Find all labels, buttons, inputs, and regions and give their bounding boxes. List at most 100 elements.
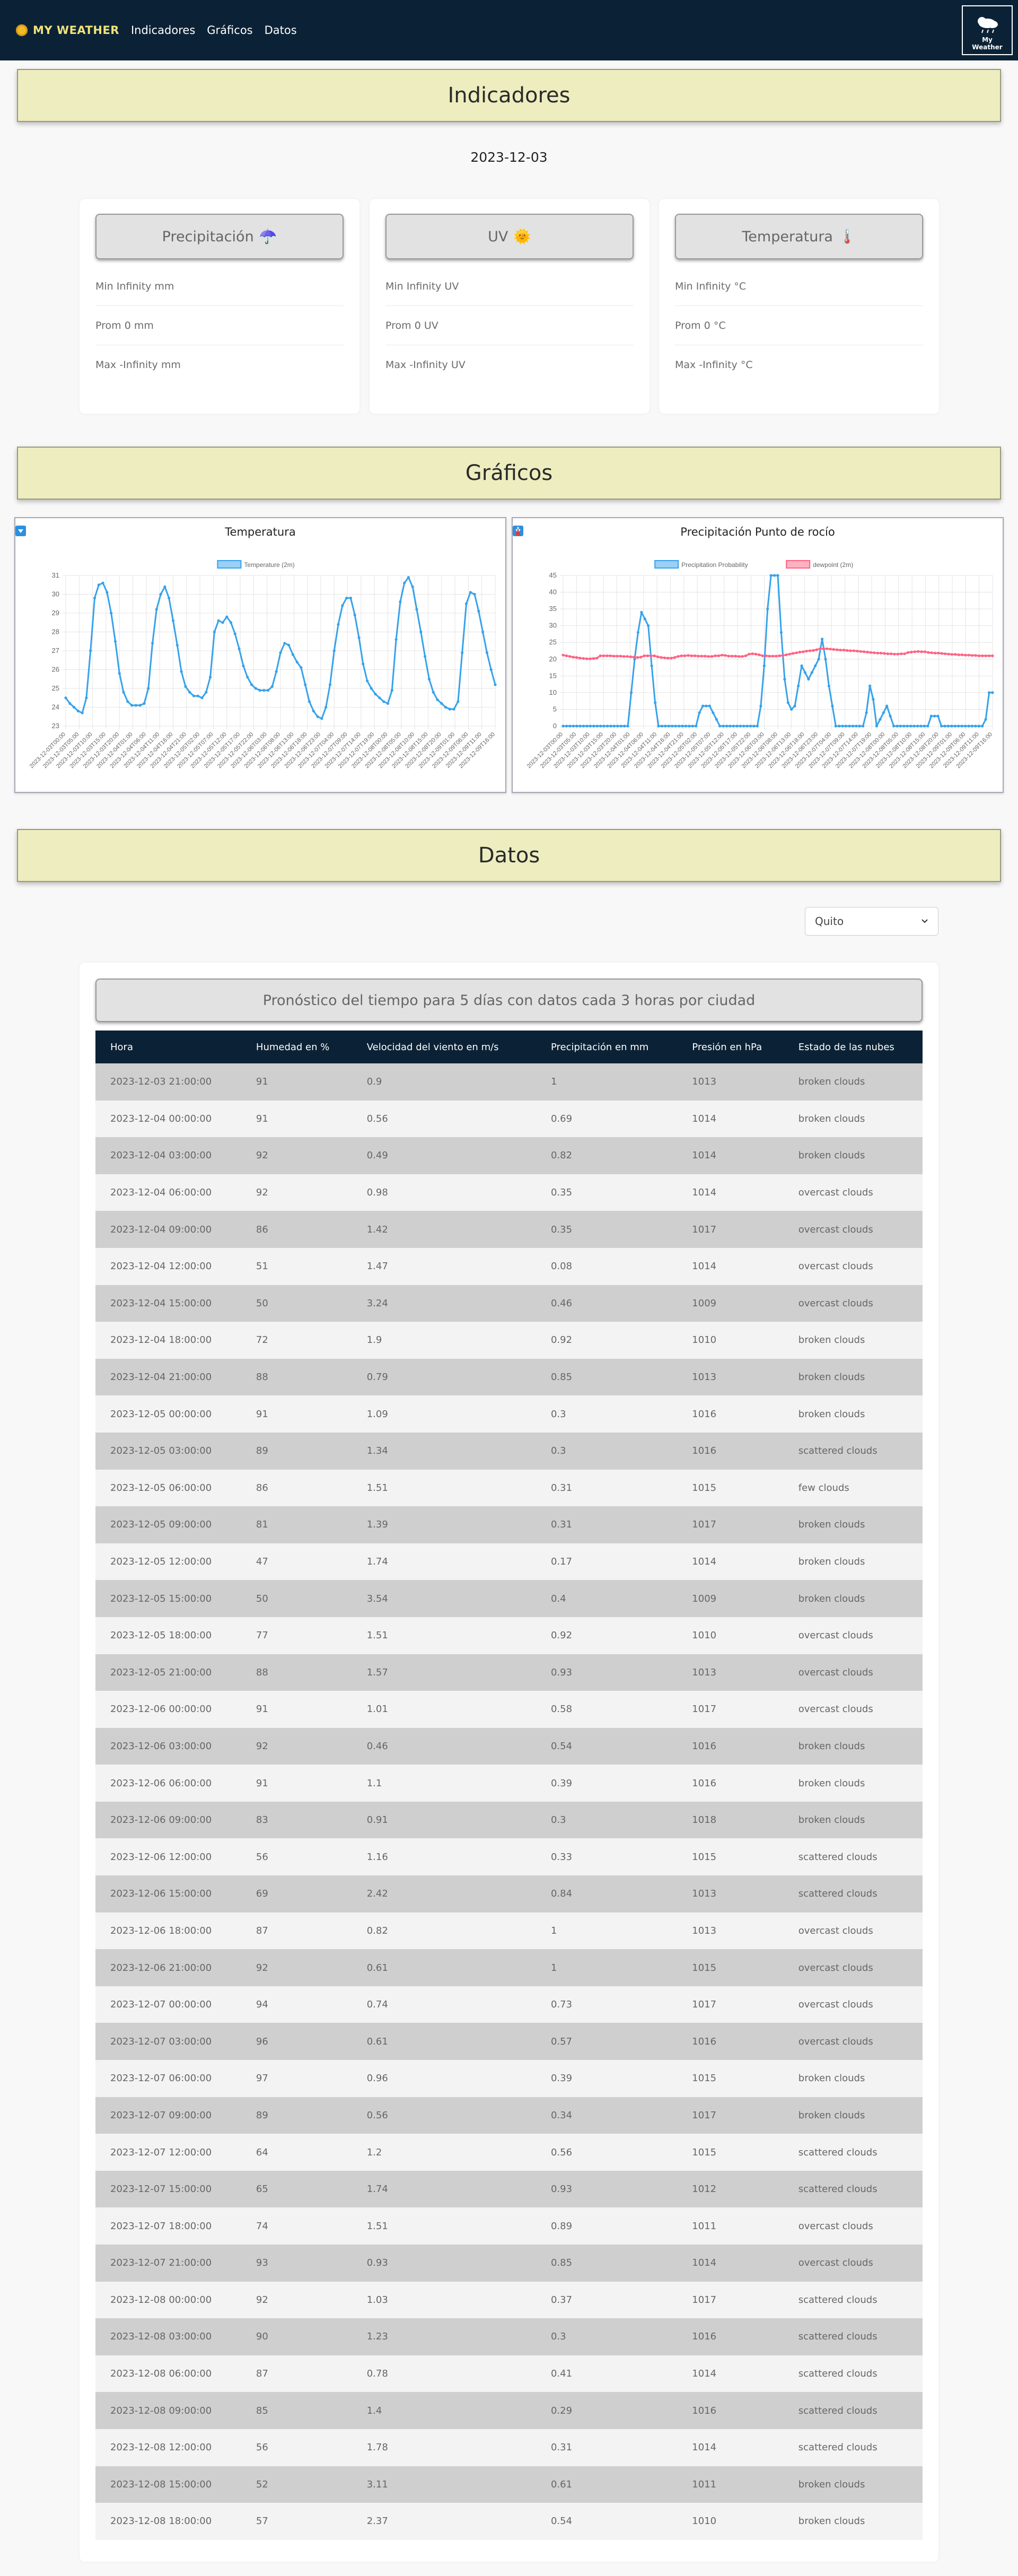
data-point (940, 652, 943, 655)
cell-nubes: overcast clouds (798, 1704, 873, 1715)
cell-presion: 1016 (692, 2405, 717, 2416)
data-point (660, 656, 663, 659)
section-title-graficos: Gráficos (17, 447, 1001, 500)
table-row: 2023-12-04 21:00:00 88 0.79 0.85 1013 broken … (95, 1358, 923, 1396)
data-point (134, 704, 137, 707)
cell-humedad: 87 (256, 2368, 268, 2380)
data-point (643, 654, 646, 658)
cell-precipitacion: 1 (550, 1962, 557, 1974)
nav-link-datos[interactable]: Datos (265, 24, 297, 37)
cell-humedad: 81 (256, 1519, 268, 1531)
cell-humedad: 86 (256, 1482, 268, 1494)
data-point (899, 724, 902, 728)
data-point (341, 604, 344, 607)
data-point (382, 700, 385, 703)
data-point (759, 704, 762, 708)
cell-precipitacion: 0.57 (550, 2036, 573, 2047)
data-point (923, 650, 926, 653)
cell-nubes: scattered clouds (798, 1851, 877, 1863)
city-select[interactable]: Quito (805, 907, 938, 936)
data-point (927, 651, 930, 654)
data-point (708, 704, 711, 708)
cell-presion: 1017 (692, 2294, 717, 2306)
cell-nubes: overcast clouds (798, 1630, 873, 1641)
data-point (616, 654, 619, 658)
data-point (977, 724, 980, 728)
data-point (814, 664, 817, 667)
data-point (582, 724, 585, 728)
data-point (809, 649, 812, 652)
data-point (761, 654, 764, 658)
cell-presion: 1015 (692, 2146, 717, 2158)
data-point (130, 704, 134, 707)
data-point (916, 724, 919, 728)
data-point (337, 623, 340, 626)
data-point (778, 654, 781, 658)
cell-hora: 2023-12-06 15:00:00 (110, 1888, 212, 1900)
data-point (578, 657, 582, 660)
data-point (715, 718, 718, 721)
brand[interactable]: MY WEATHER (16, 24, 119, 37)
cell-nubes: overcast clouds (798, 1187, 873, 1199)
data-point (964, 724, 967, 728)
indicator-max: Max -Infinity mm (95, 359, 181, 371)
cell-hora: 2023-12-05 12:00:00 (110, 1556, 212, 1568)
data-point (946, 724, 950, 728)
cell-humedad: 56 (256, 1851, 268, 1863)
data-point (436, 698, 439, 701)
data-point (845, 724, 848, 728)
table-row: 2023-12-07 12:00:00 64 1.2 0.56 1015 scattere… (95, 2134, 923, 2171)
cell-hora: 2023-12-08 12:00:00 (110, 2442, 212, 2453)
cell-humedad: 92 (256, 1187, 268, 1199)
data-point (800, 664, 803, 667)
data-point (758, 653, 761, 657)
data-point (312, 710, 315, 713)
cell-viento: 1.4 (366, 2405, 382, 2416)
cell-humedad: 88 (256, 1372, 268, 1383)
table-row: 2023-12-04 12:00:00 51 1.47 0.08 1014 overcas… (95, 1247, 923, 1285)
cell-precipitacion: 0.33 (550, 1851, 573, 1863)
data-point (863, 650, 866, 653)
indicator-min: Min Infinity UV (385, 267, 634, 306)
legend-item: Temperature (2m) (217, 560, 295, 569)
cell-presion: 1013 (692, 1666, 717, 1678)
cell-humedad: 92 (256, 1150, 268, 1162)
data-point (184, 685, 187, 688)
data-point (785, 653, 788, 657)
data-point (869, 651, 872, 654)
data-point (599, 654, 602, 658)
data-point (923, 724, 926, 728)
cell-hora: 2023-12-05 06:00:00 (110, 1482, 212, 1494)
indicator-min: Min Infinity mm (95, 267, 344, 306)
data-point (291, 653, 295, 656)
indicator-avg: Prom 0 UV (385, 306, 634, 345)
data-point (751, 652, 754, 656)
data-point (827, 684, 830, 687)
data-point (984, 654, 987, 658)
data-point (920, 650, 923, 653)
data-point (653, 654, 656, 658)
cell-precipitacion: 0.61 (550, 2478, 573, 2490)
table-row: 2023-12-08 18:00:00 57 2.37 0.54 1010 broken … (95, 2503, 923, 2540)
data-point (616, 724, 619, 728)
nav-link-indicadores[interactable]: Indicadores (131, 24, 195, 37)
cell-hora: 2023-12-05 15:00:00 (110, 1593, 212, 1604)
cell-presion: 1014 (692, 1261, 717, 1272)
data-point (602, 724, 605, 728)
data-point (494, 683, 497, 686)
data-point (399, 600, 402, 604)
data-point (432, 691, 435, 694)
data-point (151, 642, 154, 645)
cell-precipitacion: 0.3 (550, 1445, 566, 1457)
data-point (93, 597, 96, 600)
cell-precipitacion: 0.84 (550, 1888, 573, 1900)
data-point (605, 654, 609, 658)
cell-nubes: broken clouds (798, 1519, 865, 1531)
nav-link-graficos[interactable]: Gráficos (207, 24, 252, 37)
data-point (786, 701, 789, 704)
cell-viento: 1.39 (366, 1519, 388, 1531)
data-point (834, 724, 837, 728)
cell-humedad: 87 (256, 1925, 268, 1936)
data-point (964, 653, 967, 657)
data-point (912, 724, 916, 728)
